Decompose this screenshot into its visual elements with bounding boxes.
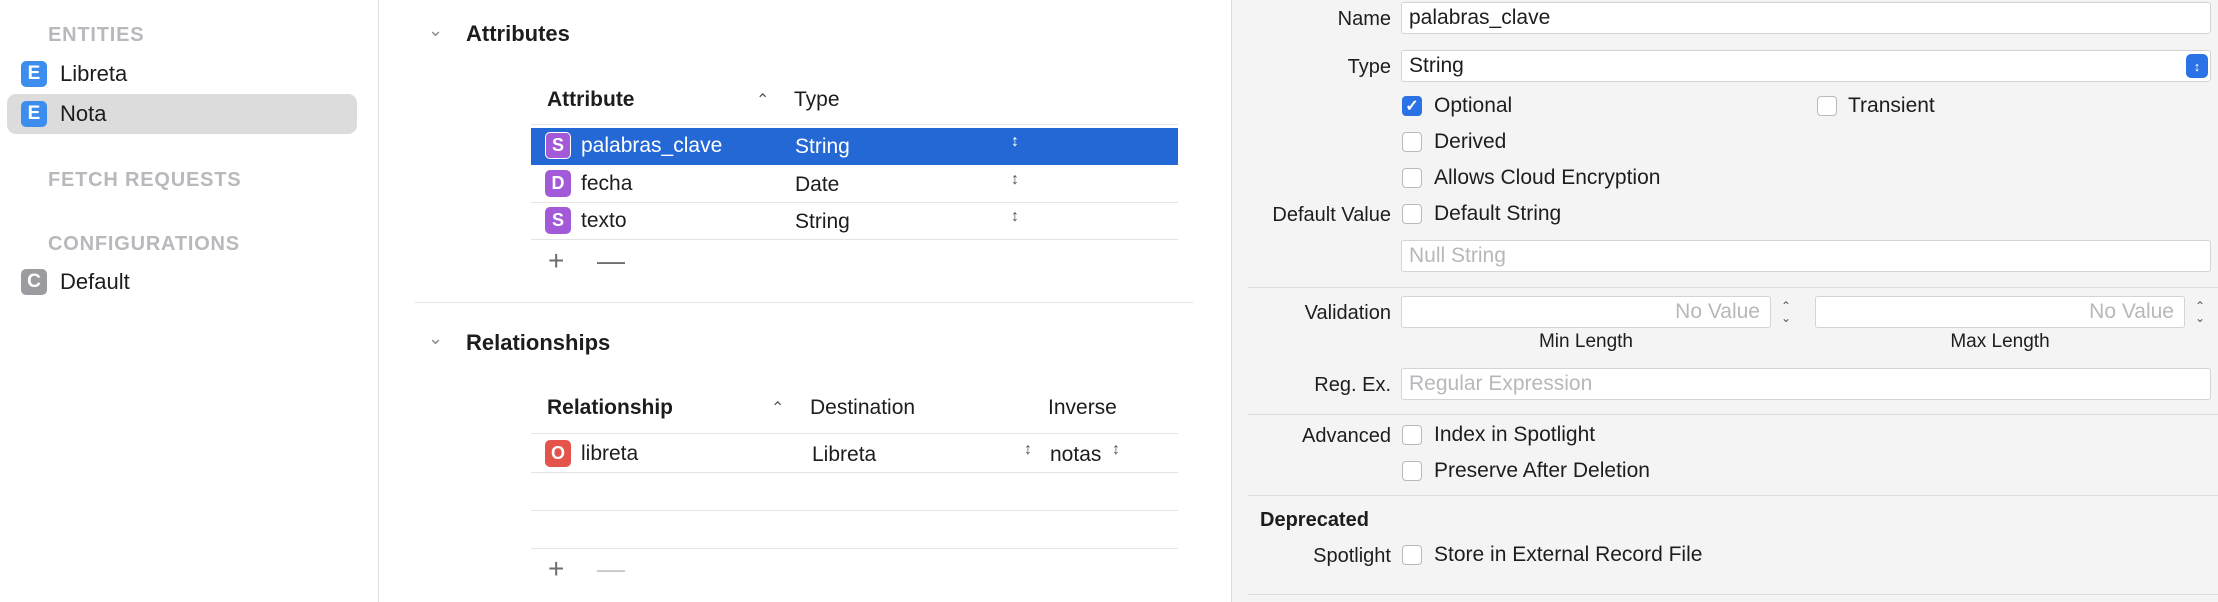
default-string-label: Default String (1434, 202, 1562, 225)
sidebar-item-default[interactable]: C Default (7, 262, 357, 302)
header-divider (531, 124, 1178, 125)
validation-label: Validation (1304, 302, 1391, 324)
preserve-after-deletion-checkbox[interactable] (1402, 461, 1422, 481)
spotlight-label: Spotlight (1313, 545, 1391, 567)
index-in-spotlight-checkbox[interactable] (1402, 425, 1422, 445)
inverse-popup-chevron-icon[interactable]: ↕ (1112, 441, 1120, 459)
attributes-section-title: Attributes (466, 21, 570, 46)
sort-ascending-icon: ⌃ (756, 92, 770, 109)
preserve-after-deletion-label: Preserve After Deletion (1434, 459, 1650, 482)
attributes-disclosure-chevron-icon[interactable]: ⌄ (428, 20, 443, 41)
string-attribute-icon: S (545, 207, 571, 234)
type-label: Type (1347, 56, 1391, 78)
allows-cloud-encryption-checkbox[interactable] (1402, 168, 1422, 188)
type-popup-chevron-icon[interactable]: ↕ (1011, 133, 1019, 151)
attribute-row[interactable]: S texto String ↕ (531, 203, 1178, 240)
attribute-name: texto (581, 209, 627, 232)
relationship-column-header[interactable]: Relationship (547, 396, 673, 420)
attribute-type[interactable]: String (795, 210, 850, 234)
store-in-external-record-file-checkbox[interactable] (1402, 545, 1422, 565)
destination-column-header[interactable]: Destination (810, 396, 915, 420)
default-value-label: Default Value (1272, 204, 1391, 226)
null-string-field[interactable]: Null String (1401, 240, 2211, 272)
attribute-row[interactable]: S palabras_clave String ↕ (531, 128, 1178, 165)
derived-checkbox[interactable] (1402, 132, 1422, 152)
attribute-name: fecha (581, 172, 633, 195)
optional-checkbox[interactable]: ✓ (1402, 96, 1422, 116)
relationships-disclosure-chevron-icon[interactable]: ⌄ (428, 328, 443, 349)
string-attribute-icon: S (545, 132, 571, 159)
min-length-stepper[interactable]: ⌃ ⌄ (1777, 296, 1795, 328)
remove-relationship-button[interactable]: — (597, 553, 625, 585)
sidebar-item-libreta[interactable]: E Libreta (7, 54, 357, 94)
attribute-row[interactable]: D fecha Date ↕ (531, 166, 1178, 203)
store-in-external-record-file-label: Store in External Record File (1434, 543, 1703, 566)
regex-field[interactable]: Regular Expression (1401, 368, 2211, 400)
section-divider (415, 302, 1193, 303)
attribute-column-header[interactable]: Attribute (547, 88, 635, 112)
type-popup-chevron-icon[interactable]: ↕ (1011, 208, 1019, 226)
min-length-field[interactable]: No Value (1401, 296, 1771, 328)
fetch-requests-header: FETCH REQUESTS (48, 169, 242, 191)
index-in-spotlight-label: Index in Spotlight (1434, 423, 1596, 446)
to-one-relationship-icon: O (545, 440, 571, 467)
max-length-label: Max Length (1950, 331, 2050, 352)
min-length-label: Min Length (1538, 331, 1633, 352)
transient-label: Transient (1848, 94, 1935, 117)
sidebar-item-nota[interactable]: E Nota (7, 94, 357, 134)
relationships-section-title: Relationships (466, 330, 611, 355)
inspector-divider (1248, 594, 2218, 595)
allows-cloud-encryption-label: Allows Cloud Encryption (1434, 166, 1661, 189)
attribute-type[interactable]: Date (795, 173, 839, 197)
sidebar-item-label: Default (60, 269, 130, 294)
row-divider (531, 548, 1178, 549)
type-popup[interactable]: String ↕ (1401, 50, 2211, 82)
attribute-type[interactable]: String (795, 135, 850, 159)
add-attribute-button[interactable]: + (548, 245, 564, 277)
entities-header: ENTITIES (48, 24, 145, 46)
relationship-destination[interactable]: Libreta (812, 443, 876, 467)
destination-popup-chevron-icon[interactable]: ↕ (1024, 441, 1032, 459)
optional-label: Optional (1434, 94, 1513, 117)
relationship-row[interactable]: O libreta Libreta ↕ notas ↕ (531, 436, 1178, 473)
type-popup-value: String (1409, 54, 1464, 77)
header-divider (531, 433, 1178, 434)
inverse-column-header[interactable]: Inverse (1048, 396, 1117, 420)
name-field[interactable]: palabras_clave (1401, 2, 2211, 34)
sidebar-item-label: Libreta (60, 61, 128, 86)
transient-checkbox[interactable] (1817, 96, 1837, 116)
entity-icon: E (21, 101, 47, 127)
sort-ascending-icon: ⌃ (771, 400, 785, 417)
name-label: Name (1337, 8, 1391, 30)
max-length-stepper[interactable]: ⌃ ⌄ (2191, 296, 2209, 328)
inspector-divider (1248, 287, 2218, 288)
advanced-label: Advanced (1302, 425, 1391, 447)
relationship-name: libreta (581, 442, 639, 465)
relationship-inverse[interactable]: notas (1050, 443, 1101, 467)
attribute-name: palabras_clave (581, 134, 723, 157)
deprecated-header: Deprecated (1260, 509, 1369, 531)
add-relationship-button[interactable]: + (548, 553, 564, 585)
configuration-icon: C (21, 269, 47, 295)
row-divider (531, 510, 1178, 511)
sidebar-item-label: Nota (60, 101, 107, 126)
default-string-checkbox[interactable] (1402, 204, 1422, 224)
type-popup-chevron-icon[interactable]: ↕ (1011, 171, 1019, 189)
inspector-divider (1248, 495, 2218, 496)
configurations-header: CONFIGURATIONS (48, 233, 240, 255)
regex-label: Reg. Ex. (1314, 374, 1391, 396)
type-column-header[interactable]: Type (794, 88, 840, 112)
entity-icon: E (21, 61, 47, 87)
chevron-up-down-icon: ↕ (2186, 54, 2208, 78)
remove-attribute-button[interactable]: — (597, 245, 625, 277)
max-length-field[interactable]: No Value (1815, 296, 2185, 328)
date-attribute-icon: D (545, 170, 571, 197)
inspector-divider (1248, 414, 2218, 415)
sidebar: ENTITIES E Libreta E Nota FETCH REQUESTS… (0, 0, 379, 602)
derived-label: Derived (1434, 130, 1507, 153)
